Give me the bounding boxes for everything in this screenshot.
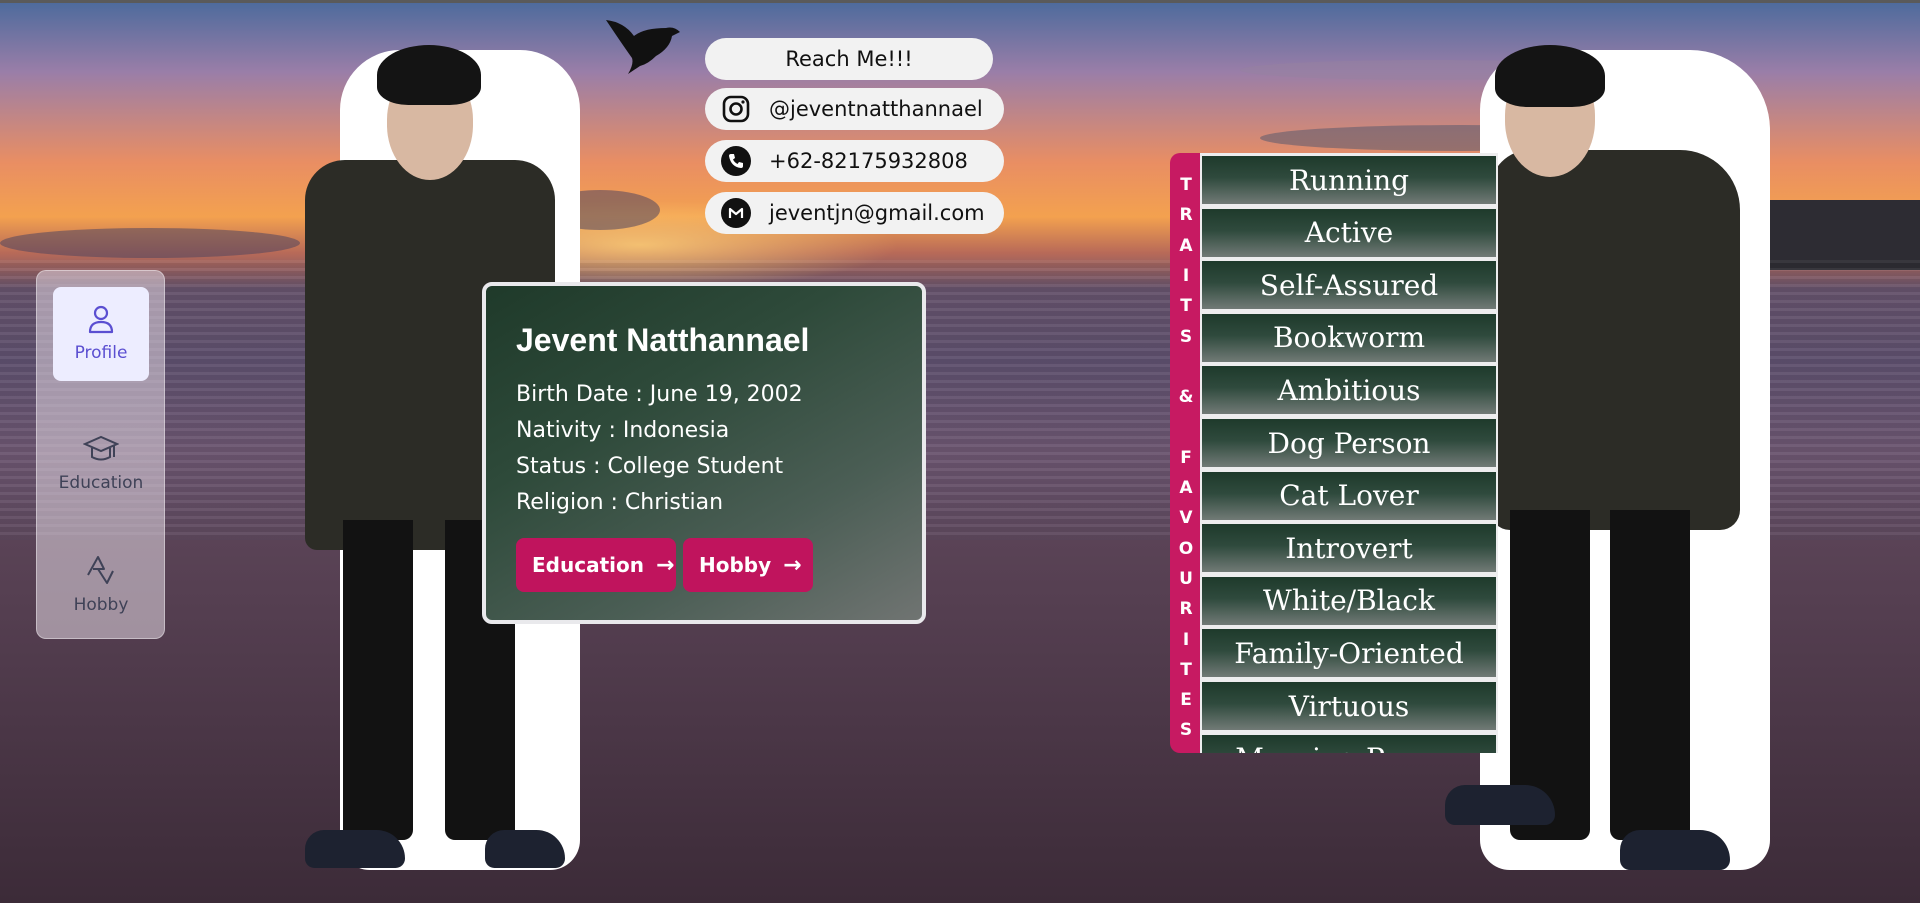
sidebar-item-profile[interactable]: Profile [53, 287, 149, 381]
education-button-label: Education [532, 553, 644, 577]
education-button[interactable]: Education → [516, 538, 676, 592]
email-link[interactable]: jeventjn@gmail.com [705, 192, 1004, 234]
traits-favourites-tab: T R A I T S & F A V O U R I T E S [1170, 153, 1202, 753]
traits-list[interactable]: Running Active Self-Assured Bookworm Ambitio… [1200, 153, 1498, 753]
top-border [0, 0, 1920, 3]
hobby-button-label: Hobby [699, 553, 772, 577]
trait-item: Ambitious [1202, 366, 1496, 415]
tab-letter: E [1180, 690, 1192, 711]
tab-letter: T [1180, 296, 1192, 317]
gmail-icon [721, 198, 751, 228]
phone-icon [721, 146, 751, 176]
sidebar-item-label: Education [58, 473, 144, 493]
trait-item: Bookworm [1202, 313, 1496, 362]
instagram-icon [722, 95, 750, 123]
trait-item: Morning Person [1202, 734, 1496, 753]
trait-item: Introvert [1202, 524, 1496, 573]
instagram-handle: @jeventnatthannael [769, 97, 983, 121]
tab-letter: S [1179, 326, 1193, 347]
tab-letter: F [1180, 447, 1192, 468]
hobby-icon [87, 556, 114, 584]
profile-name: Jevent Natthannael [516, 322, 810, 358]
sidebar-nav: Profile Education Hobby [36, 270, 165, 639]
arrow-right-icon: → [783, 552, 802, 578]
graduation-cap-icon [83, 435, 119, 461]
birth-date: Birth Date : June 19, 2002 [516, 382, 803, 407]
tab-letter: U [1179, 568, 1193, 589]
tab-letter: I [1182, 629, 1190, 650]
tab-letter: I [1182, 265, 1190, 286]
trait-item: Cat Lover [1202, 471, 1496, 520]
hobby-button[interactable]: Hobby → [683, 538, 813, 592]
tab-letter: T [1180, 175, 1192, 195]
phone-link[interactable]: +62-82175932808 [705, 140, 1004, 182]
tab-letter: T [1180, 659, 1192, 680]
tab-letter: A [1179, 235, 1193, 256]
arrow-right-icon: → [655, 552, 675, 578]
tab-letter: S [1179, 720, 1193, 741]
sidebar-item-hobby[interactable]: Hobby [53, 539, 149, 633]
email-address: jeventjn@gmail.com [769, 201, 985, 225]
trait-item: Virtuous [1202, 682, 1496, 730]
tab-letter: R [1179, 599, 1193, 620]
phone-number: +62-82175932808 [769, 149, 968, 173]
tab-letter: O [1178, 538, 1194, 559]
sidebar-item-label: Hobby [73, 595, 129, 615]
bird-icon [606, 20, 680, 74]
reach-me-title: Reach Me!!! [785, 47, 913, 71]
tab-letter: R [1179, 205, 1193, 226]
instagram-link[interactable]: @jeventnatthannael [705, 88, 1004, 130]
profile-card: Jevent Natthannael Birth Date : June 19,… [482, 282, 926, 624]
nativity: Nativity : Indonesia [516, 418, 730, 443]
tab-letter: A [1179, 478, 1193, 498]
sidebar-item-education[interactable]: Education [53, 417, 149, 511]
tab-letter: V [1179, 508, 1193, 529]
trait-item: Active [1202, 208, 1496, 257]
religion: Religion : Christian [516, 490, 724, 515]
trait-item: Dog Person [1202, 419, 1496, 467]
status: Status : College Student [516, 454, 784, 479]
sidebar-item-label: Profile [74, 343, 128, 363]
reach-me-heading: Reach Me!!! [705, 38, 993, 80]
tab-letter: & [1178, 387, 1194, 408]
trait-item: Running [1202, 156, 1496, 204]
trait-item: Self-Assured [1202, 261, 1496, 310]
user-icon [88, 305, 114, 334]
trait-item: White/Black [1202, 576, 1496, 625]
trait-item: Family-Oriented [1202, 629, 1496, 678]
